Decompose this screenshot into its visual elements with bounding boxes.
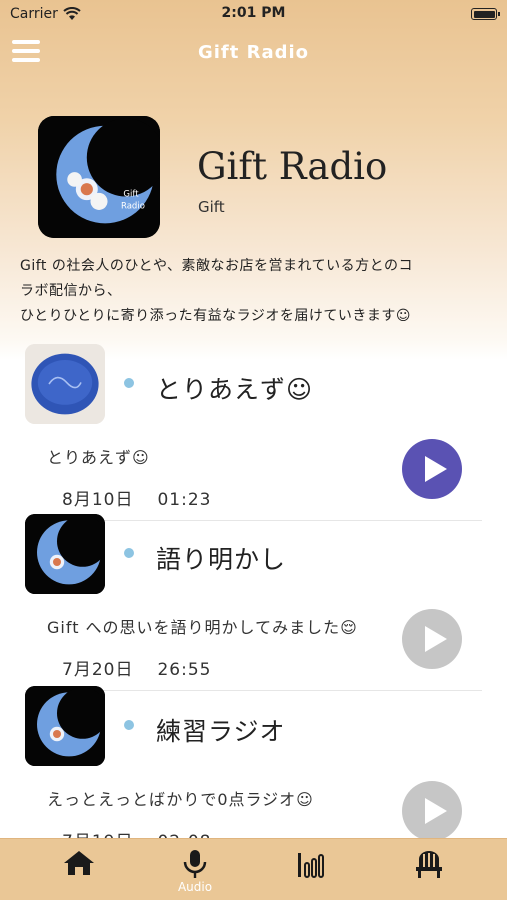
svg-text:Gift: Gift	[123, 190, 139, 200]
clock: 2:01 PM	[221, 5, 286, 21]
chart-bars-icon	[298, 853, 324, 878]
podcast-author: Gift	[198, 198, 225, 216]
episode-title: 語り明かし	[156, 545, 287, 574]
tab-bar: Audio	[0, 838, 507, 900]
episode-duration: 26:55	[157, 660, 212, 680]
new-indicator	[124, 720, 134, 730]
episode-artwork	[25, 686, 105, 766]
episode-title: 練習ラジオ	[156, 717, 286, 746]
episode-description: とりあえず☺	[47, 448, 150, 467]
description-line: ラボ配信から、	[20, 283, 122, 299]
episode-date: 8月10日	[62, 490, 134, 510]
svg-text:Radio: Radio	[121, 202, 145, 212]
play-button[interactable]	[402, 609, 462, 669]
episode-duration: 01:23	[157, 490, 212, 510]
tab-audio[interactable]: Audio	[145, 839, 245, 900]
new-indicator	[124, 548, 134, 558]
episode-artwork	[25, 514, 105, 594]
nav-title: Gift Radio	[197, 42, 310, 63]
episode-artwork	[25, 344, 105, 424]
episode-date: 7月20日	[62, 660, 134, 680]
new-indicator	[124, 378, 134, 388]
episode-meta: 8月10日 01:23	[62, 485, 211, 510]
episode-title: とりあえず☺	[156, 375, 314, 404]
podcast-artwork: Gift Radio	[38, 116, 160, 238]
tab-home[interactable]	[29, 839, 129, 900]
episode-description: えっとえっとばかりで0点ラジオ☺	[47, 790, 314, 809]
tab-label: Audio	[177, 880, 213, 894]
tab-stats[interactable]	[263, 839, 363, 900]
status-bar: Carrier 2:01 PM	[0, 0, 507, 28]
description-line: ひとりひとりに寄り添った有益なラジオを届けていきます☺	[20, 308, 411, 324]
podcast-description: Gift の社会人のひとや、素敵なお店を営まれている方とのコ ラボ配信から、 ひ…	[20, 254, 490, 329]
podcast-title: Gift Radio	[197, 145, 388, 188]
episode-row[interactable]: 語り明かし Gift への思いを語り明かしてみました😌 7月20日 26:55	[0, 514, 507, 684]
episode-description: Gift への思いを語り明かしてみました😌	[47, 618, 358, 637]
chair-icon	[416, 851, 442, 878]
microphone-icon	[183, 850, 207, 878]
episode-row[interactable]: とりあえず☺ とりあえず☺ 8月10日 01:23	[0, 344, 507, 514]
navigation-bar: Gift Radio	[0, 32, 507, 74]
description-line: Gift の社会人のひとや、素敵なお店を営まれている方とのコ	[20, 258, 413, 274]
play-button[interactable]	[402, 781, 462, 841]
home-icon	[64, 851, 94, 875]
battery-icon	[471, 8, 500, 20]
episode-meta: 7月20日 26:55	[62, 655, 211, 680]
episode-row[interactable]: 練習ラジオ えっとえっとばかりで0点ラジオ☺ 7月19日02:08	[0, 686, 507, 856]
tab-shop[interactable]	[379, 839, 479, 900]
play-button[interactable]	[402, 439, 462, 499]
